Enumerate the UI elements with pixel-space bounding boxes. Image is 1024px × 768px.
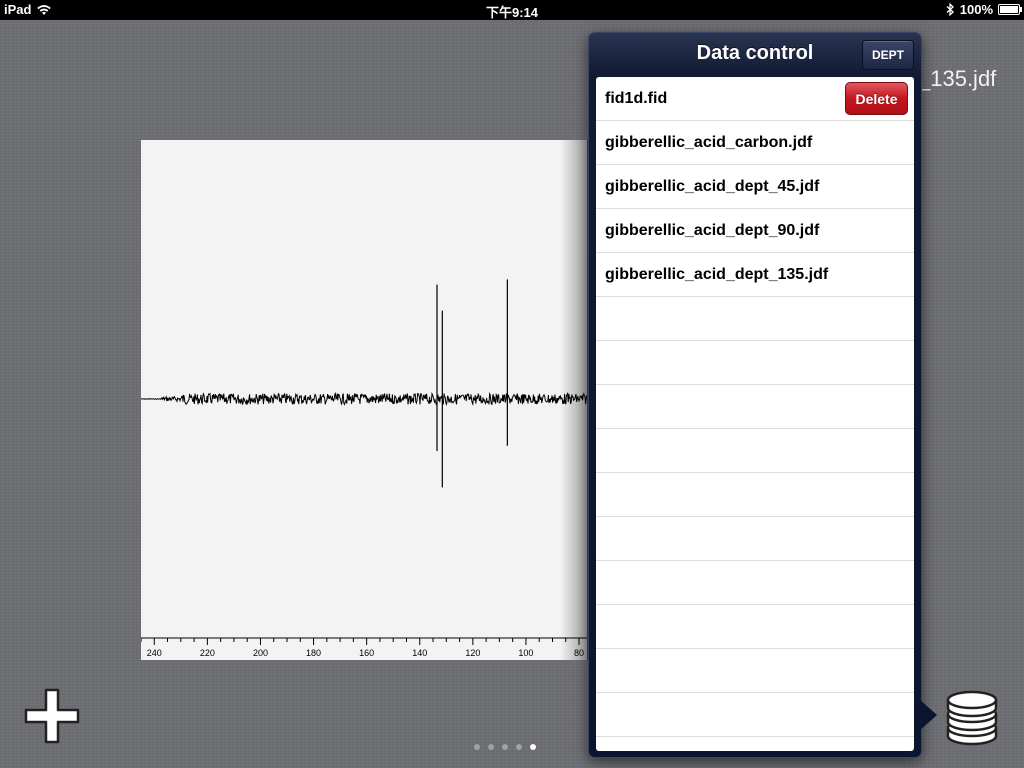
popover-arrow (919, 699, 937, 731)
empty-row (596, 385, 914, 429)
empty-row (596, 517, 914, 561)
axis-tick-label: 100 (518, 648, 533, 658)
axis-tick-label: 240 (147, 648, 162, 658)
file-name: gibberellic_acid_dept_45.jdf (605, 177, 820, 195)
page-dot-active (530, 744, 536, 750)
empty-row (596, 473, 914, 517)
axis-tick-label: 220 (200, 648, 215, 658)
battery-percent: 100% (959, 2, 993, 17)
ppm-axis: 24022020018016014012010080 (141, 637, 587, 658)
list-item[interactable]: gibberellic_acid_carbon.jdf (596, 121, 914, 165)
plus-icon[interactable] (22, 686, 82, 746)
delete-button[interactable]: Delete (845, 82, 908, 115)
empty-row (596, 693, 914, 737)
file-list: fid1d.fid Delete gibberellic_acid_carbon… (596, 77, 914, 751)
file-name: fid1d.fid (605, 89, 668, 107)
spectrum-edge-shadow (560, 140, 588, 660)
page-dot (502, 744, 508, 750)
list-item[interactable]: fid1d.fid Delete (596, 77, 914, 121)
axis-tick-label: 200 (253, 648, 268, 658)
list-item[interactable]: gibberellic_acid_dept_45.jdf (596, 165, 914, 209)
axis-tick-label: 160 (359, 648, 374, 658)
empty-row (596, 605, 914, 649)
popover-header: Data control DEPT (589, 33, 921, 75)
file-name: gibberellic_acid_dept_135.jdf (605, 265, 829, 283)
page-dot (488, 744, 494, 750)
axis-tick-label: 140 (412, 648, 427, 658)
database-icon[interactable] (944, 686, 1000, 746)
empty-row (596, 341, 914, 385)
empty-row (596, 649, 914, 693)
file-name: gibberellic_acid_carbon.jdf (605, 133, 813, 151)
dept-button[interactable]: DEPT (862, 40, 914, 70)
list-item[interactable]: gibberellic_acid_dept_135.jdf (596, 253, 914, 297)
battery-icon (998, 4, 1022, 15)
axis-tick-label: 180 (306, 648, 321, 658)
file-name: gibberellic_acid_dept_90.jdf (605, 221, 820, 239)
bluetooth-icon (946, 3, 954, 16)
page-dot (516, 744, 522, 750)
spectrum-view[interactable]: 24022020018016014012010080 (141, 140, 587, 660)
status-time: 下午9:14 (485, 5, 539, 20)
list-item[interactable]: gibberellic_acid_dept_90.jdf (596, 209, 914, 253)
axis-tick-label: 120 (465, 648, 480, 658)
page-control[interactable] (474, 744, 536, 750)
empty-row (596, 561, 914, 605)
spectrum-peaks (436, 279, 508, 488)
empty-row (596, 429, 914, 473)
spectrum-trace (141, 391, 587, 407)
page-dot (474, 744, 480, 750)
empty-row (596, 297, 914, 341)
document-title: _135.jdf (918, 66, 997, 91)
data-control-popover: Data control DEPT fid1d.fid Delete gibbe… (588, 32, 922, 758)
status-bar: iPad 下午9:14 100% (0, 0, 1024, 20)
